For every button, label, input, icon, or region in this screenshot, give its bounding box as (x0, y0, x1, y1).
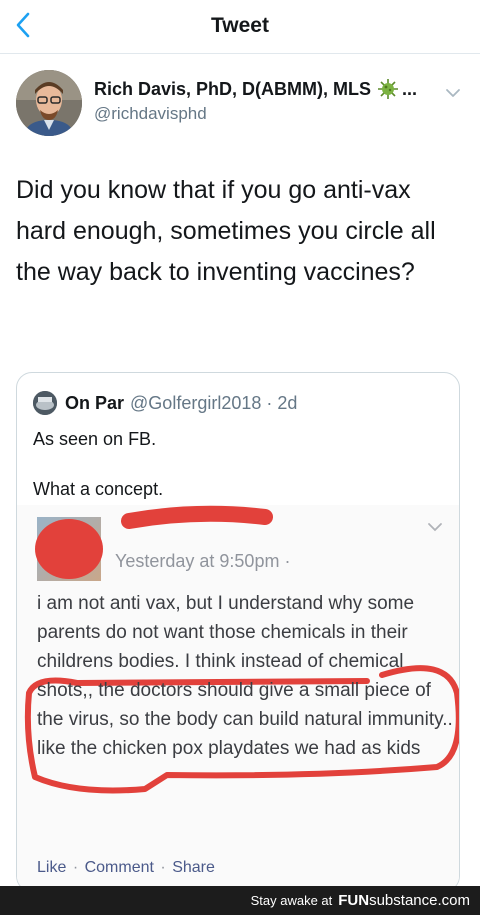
fb-chevron-down-icon (428, 523, 442, 532)
quoted-tweet-card[interactable]: On Par @Golfergirl2018 · 2d As seen on F… (16, 372, 460, 892)
facebook-screenshot: Yesterday at 9:50pm · i am not anti vax,… (17, 505, 459, 891)
chevron-down-icon[interactable] (442, 82, 464, 104)
tweet-screen: Tweet Rich Davis, PhD, D(ABMM), MLS ... … (0, 0, 480, 915)
quoted-text-line-2: What a concept. (33, 479, 164, 499)
quoted-tweet-header: On Par @Golfergirl2018 · 2d (33, 391, 297, 415)
banner-text: Stay awake at (250, 893, 333, 908)
avatar-photo (16, 70, 82, 136)
banner-brand: FUNsubstance.com (338, 892, 470, 909)
quoted-text-line-1: As seen on FB. (33, 429, 157, 449)
fb-separator: · (160, 859, 166, 876)
watermark-banner: Stay awake at FUNsubstance.com (0, 886, 480, 915)
fb-share-link: Share (172, 859, 215, 876)
top-nav: Tweet (0, 0, 480, 54)
brand-light: substance (369, 892, 438, 909)
fb-separator: · (72, 859, 79, 876)
author-name: Rich Davis, PhD, D(ABMM), MLS (94, 78, 372, 99)
quoted-author-handle: @Golfergirl2018 · 2d (130, 392, 298, 413)
author-avatar[interactable] (16, 70, 82, 136)
quoted-author-name: On Par (65, 392, 125, 413)
virus-icon (377, 78, 399, 100)
fb-like-link: Like (37, 859, 67, 876)
page-title: Tweet (211, 14, 269, 37)
fb-post-body: i am not anti vax, but I understand why … (37, 593, 453, 759)
brand-bold: FUN (338, 892, 370, 909)
author-name-row[interactable]: Rich Davis, PhD, D(ABMM), MLS ... (94, 78, 434, 100)
tweet-text: Did you know that if you go anti-vax har… (16, 176, 436, 286)
author-handle[interactable]: @richdavisphd (94, 104, 434, 124)
quoted-avatar (33, 391, 57, 415)
fb-timestamp: Yesterday at 9:50pm · (115, 551, 291, 571)
brand-suffix: .com (437, 892, 470, 909)
fb-comment-link: Comment (84, 859, 154, 876)
author-block: Rich Davis, PhD, D(ABMM), MLS ... @richd… (94, 78, 434, 124)
fb-action-bar: Like · Comment · Share (37, 859, 215, 877)
name-truncation: ... (402, 78, 418, 99)
